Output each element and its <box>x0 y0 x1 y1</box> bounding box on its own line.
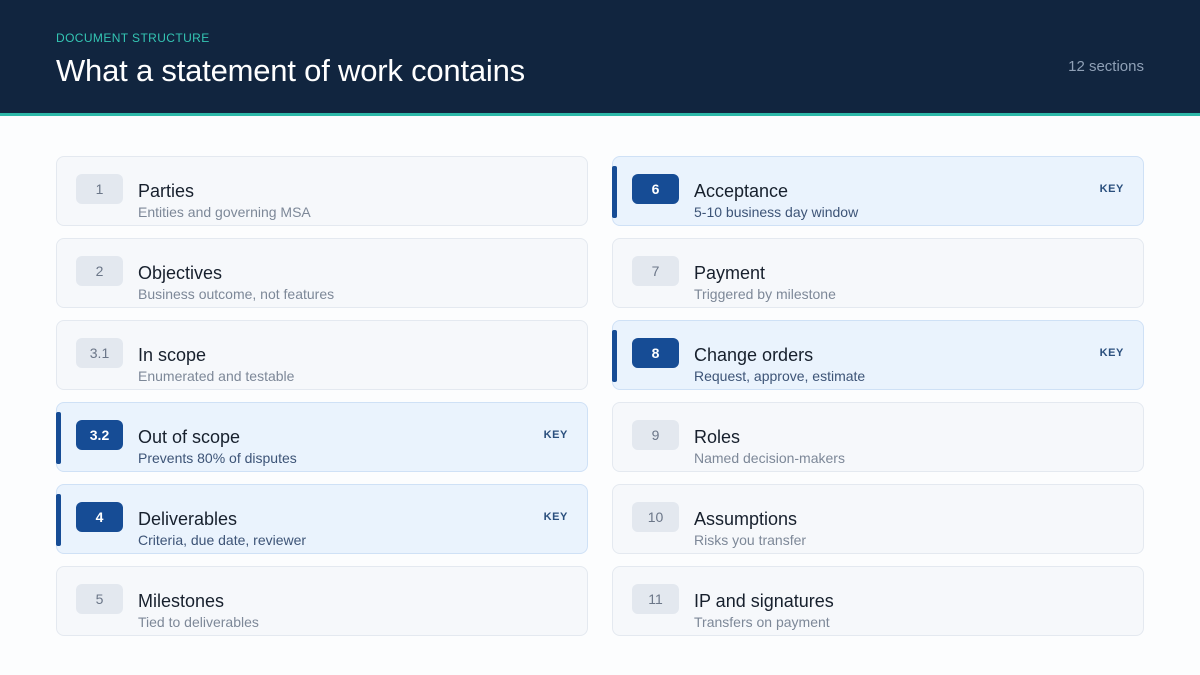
section-description: Criteria, due date, reviewer <box>138 532 307 548</box>
section-title: Acceptance <box>694 181 789 201</box>
section-description: Business outcome, not features <box>138 286 335 302</box>
section-card: 5 Milestones Tied to deliverables <box>56 566 588 636</box>
section-description: Transfers on payment <box>694 614 830 630</box>
section-number-badge: 5 <box>76 584 123 614</box>
section-description: Named decision-makers <box>694 450 845 466</box>
section-description: Triggered by milestone <box>694 286 836 302</box>
key-accent-bar <box>56 494 61 546</box>
section-title: Out of scope <box>138 427 241 447</box>
section-description: Enumerated and testable <box>138 368 295 384</box>
key-accent-bar <box>56 412 61 464</box>
section-card: 1 Parties Entities and governing MSA <box>56 156 588 226</box>
section-number-badge: 4 <box>76 502 123 532</box>
section-count: 12 sections <box>1068 58 1144 75</box>
key-tag: KEY <box>1099 183 1124 195</box>
section-number-badge: 3.2 <box>76 420 123 450</box>
section-number-badge: 6 <box>632 174 679 204</box>
section-title: IP and signatures <box>694 591 834 611</box>
section-number-badge: 8 <box>632 338 679 368</box>
section-card: 11 IP and signatures Transfers on paymen… <box>612 566 1144 636</box>
section-description: Risks you transfer <box>694 532 807 548</box>
section-title: Objectives <box>138 263 223 283</box>
section-title: In scope <box>138 345 207 365</box>
key-tag: KEY <box>543 511 568 523</box>
header-bar: DOCUMENT STRUCTURE What a statement of w… <box>0 0 1200 113</box>
section-card: 10 Assumptions Risks you transfer <box>612 484 1144 554</box>
section-card: 6 Acceptance 5-10 business day window KE… <box>612 156 1144 226</box>
section-title: Assumptions <box>694 509 798 529</box>
section-number-badge: 1 <box>76 174 123 204</box>
section-description: 5-10 business day window <box>694 204 859 220</box>
section-card: 7 Payment Triggered by milestone <box>612 238 1144 308</box>
key-tag: KEY <box>543 429 568 441</box>
page-title: What a statement of work contains <box>56 53 525 88</box>
key-accent-bar <box>612 330 617 382</box>
section-number-badge: 2 <box>76 256 123 286</box>
section-title: Payment <box>694 263 766 283</box>
section-number-badge: 3.1 <box>76 338 123 368</box>
section-description: Entities and governing MSA <box>138 204 311 220</box>
key-accent-bar <box>612 166 617 218</box>
section-number-badge: 10 <box>632 502 679 532</box>
section-card: 4 Deliverables Criteria, due date, revie… <box>56 484 588 554</box>
section-card: 3.2 Out of scope Prevents 80% of dispute… <box>56 402 588 472</box>
section-title: Deliverables <box>138 509 238 529</box>
section-title: Change orders <box>694 345 814 365</box>
section-card: 3.1 In scope Enumerated and testable <box>56 320 588 390</box>
section-title: Parties <box>138 181 195 201</box>
section-card: 2 Objectives Business outcome, not featu… <box>56 238 588 308</box>
section-number-badge: 9 <box>632 420 679 450</box>
section-card: 9 Roles Named decision-makers <box>612 402 1144 472</box>
section-description: Prevents 80% of disputes <box>138 450 297 466</box>
section-number-badge: 11 <box>632 584 679 614</box>
section-description: Request, approve, estimate <box>694 368 866 384</box>
section-description: Tied to deliverables <box>138 614 259 630</box>
section-card: 8 Change orders Request, approve, estima… <box>612 320 1144 390</box>
header-divider <box>0 113 1200 116</box>
section-title: Milestones <box>138 591 225 611</box>
key-tag: KEY <box>1099 347 1124 359</box>
eyebrow-label: DOCUMENT STRUCTURE <box>56 31 210 45</box>
section-number-badge: 7 <box>632 256 679 286</box>
section-title: Roles <box>694 427 741 447</box>
